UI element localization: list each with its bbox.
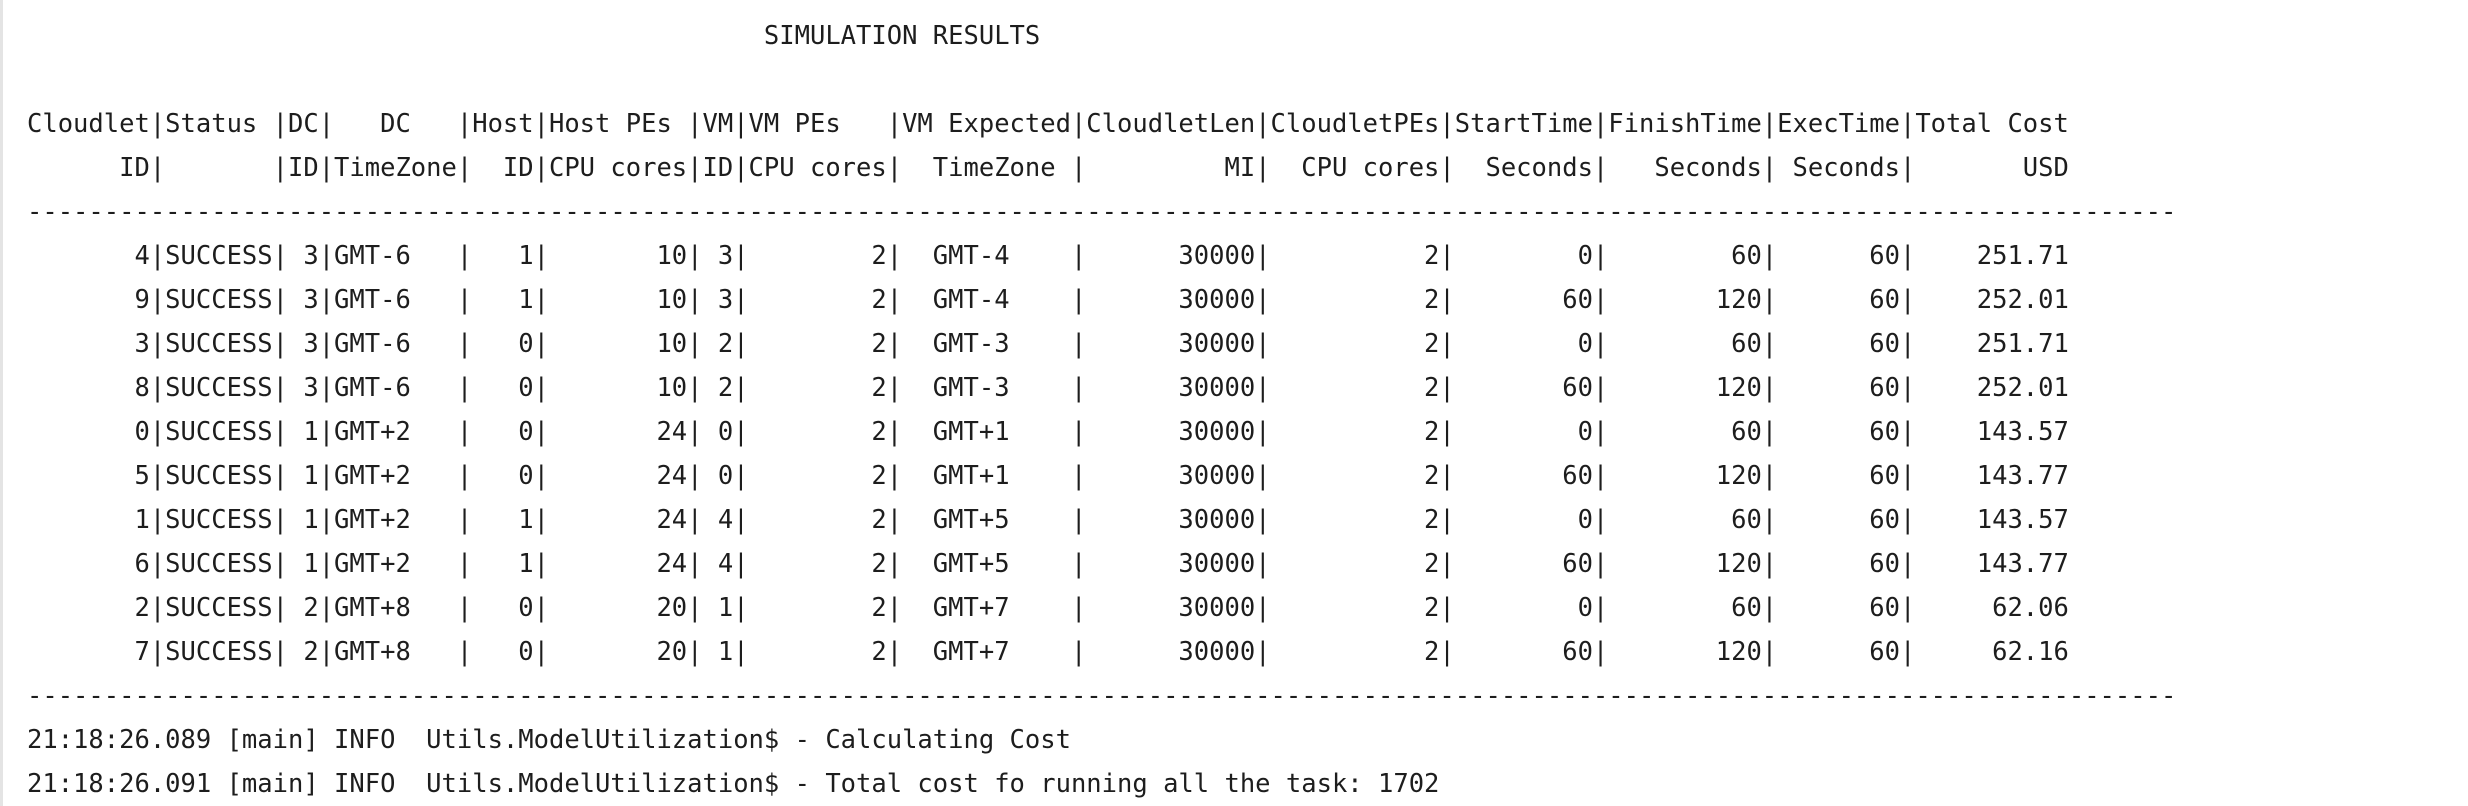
- table-row: 9|SUCCESS| 3|GMT-6 | 1| 10| 3| 2| GMT-4 …: [27, 285, 2069, 315]
- table-row: 7|SUCCESS| 2|GMT+8 | 0| 20| 1| 2| GMT+7 …: [27, 637, 2069, 667]
- log-line-calculating-cost: 21:18:26.089 [main] INFO Utils.ModelUtil…: [27, 725, 1071, 755]
- table-row: 8|SUCCESS| 3|GMT-6 | 0| 10| 2| 2| GMT-3 …: [27, 373, 2069, 403]
- table-header-row-2: ID| |ID|TimeZone| ID|CPU cores|ID|CPU co…: [27, 153, 2069, 183]
- table-row: 1|SUCCESS| 1|GMT+2 | 1| 24| 4| 2| GMT+5 …: [27, 505, 2069, 535]
- table-row: 5|SUCCESS| 1|GMT+2 | 0| 24| 0| 2| GMT+1 …: [27, 461, 2069, 491]
- results-title: SIMULATION RESULTS: [27, 21, 1041, 51]
- table-header-row-1: Cloudlet|Status |DC| DC |Host|Host PEs |…: [27, 109, 2069, 139]
- table-row: 0|SUCCESS| 1|GMT+2 | 0| 24| 0| 2| GMT+1 …: [27, 417, 2069, 447]
- console-output: SIMULATION RESULTS Cloudlet|Status |DC| …: [0, 0, 2468, 806]
- table-separator-top: ----------------------------------------…: [27, 197, 2177, 227]
- table-row: 6|SUCCESS| 1|GMT+2 | 1| 24| 4| 2| GMT+5 …: [27, 549, 2069, 579]
- table-row: 4|SUCCESS| 3|GMT-6 | 1| 10| 3| 2| GMT-4 …: [27, 241, 2069, 271]
- table-row: 2|SUCCESS| 2|GMT+8 | 0| 20| 1| 2| GMT+7 …: [27, 593, 2069, 623]
- table-separator-bottom: ----------------------------------------…: [27, 681, 2177, 711]
- log-line-total-cost: 21:18:26.091 [main] INFO Utils.ModelUtil…: [27, 769, 1440, 799]
- table-row: 3|SUCCESS| 3|GMT-6 | 0| 10| 2| 2| GMT-3 …: [27, 329, 2069, 359]
